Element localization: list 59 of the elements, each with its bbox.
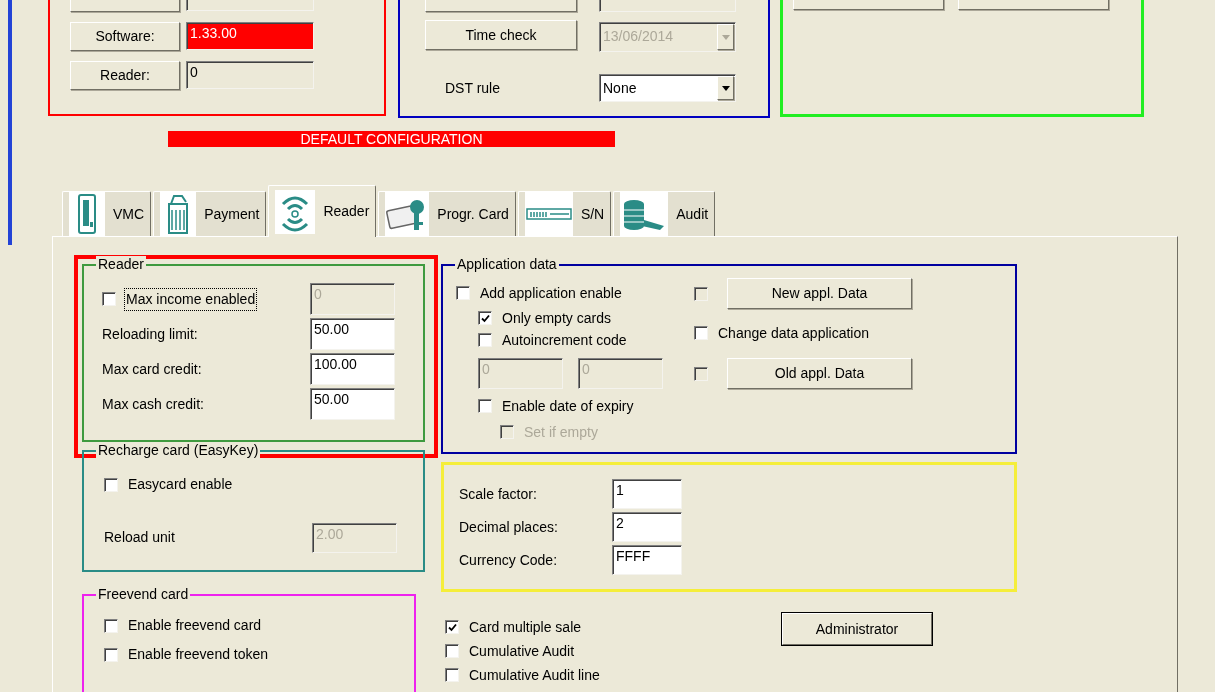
field-label: Reloading limit: (102, 324, 199, 344)
checkbox[interactable] (104, 477, 118, 492)
checkbox-label: Cumulative Audit line (468, 665, 601, 685)
field-label: Decimal places: (459, 517, 559, 537)
administrator-button[interactable]: Administrator (782, 613, 932, 645)
checkbox-label: Cumulative Audit (468, 641, 576, 661)
dst-label: DST rule (445, 78, 501, 98)
text-field[interactable]: 1 (612, 479, 682, 509)
status-banner: DEFAULT CONFIGURATION (168, 131, 615, 147)
checkbox-label: Only empty cards (501, 308, 612, 328)
group-title: Reader (96, 256, 146, 272)
checkbox-label: Set if empty (523, 422, 599, 442)
checkbox[interactable] (104, 618, 118, 633)
dropdown[interactable]: None (599, 74, 736, 102)
caret-icon (721, 85, 730, 91)
checkbox[interactable] (104, 647, 118, 662)
field-label: Max cash credit: (102, 394, 205, 414)
tab[interactable]: Progr. Card (378, 191, 516, 236)
text-field[interactable]: FFFF (612, 545, 682, 575)
button[interactable]: Reader: (70, 61, 180, 90)
button[interactable]: Time check (425, 20, 577, 50)
text-field[interactable]: 1.33.00 (186, 22, 314, 50)
tab[interactable]: VMC (62, 191, 152, 236)
tab[interactable]: Payment (153, 191, 267, 236)
checkbox[interactable] (445, 620, 459, 634)
checkbox-label: Enable date of expiry (501, 396, 635, 416)
checkbox[interactable] (478, 399, 492, 413)
tab[interactable]: Audit (613, 191, 716, 236)
checkbox-label: Add application enable (479, 283, 623, 303)
checkbox[interactable] (102, 292, 116, 306)
checkbox-label: Enable freevend card (127, 616, 263, 636)
text-field[interactable]: 100.00 (310, 353, 395, 385)
checkbox-label: Change data application (717, 323, 870, 343)
caret-icon (721, 34, 730, 40)
field-label: Reload unit (104, 528, 176, 548)
checkbox[interactable] (445, 644, 459, 658)
text-field[interactable]: 50.00 (310, 388, 395, 420)
wireless-icon (275, 189, 316, 234)
text-field[interactable]: 0 (186, 61, 314, 89)
field-label: Max card credit: (102, 359, 203, 379)
checkbox-label: Easycard enable (127, 475, 234, 495)
tab[interactable]: S/N (517, 191, 612, 236)
text-field[interactable]: 50.00 (310, 318, 395, 350)
checkbox[interactable] (445, 668, 459, 682)
field-label: Currency Code: (459, 550, 559, 570)
checkbox[interactable] (694, 326, 708, 340)
checkbox[interactable] (478, 333, 492, 347)
field-label: Scale factor: (459, 484, 538, 504)
checkbox[interactable] (456, 286, 470, 300)
checkbox-label: Autoincrement code (501, 330, 628, 350)
group-title: Application data (455, 256, 559, 272)
button[interactable]: Software: (70, 22, 180, 51)
text-field[interactable]: 2 (612, 512, 682, 542)
checkbox-label: Card multiple sale (468, 617, 583, 637)
checkbox[interactable] (478, 311, 492, 325)
checkbox-label: Enable freevend token (127, 645, 270, 665)
group-title: Freevend card (96, 585, 191, 602)
checkbox-label: Max income enabled (125, 288, 257, 310)
tab[interactable]: Reader (268, 185, 377, 237)
